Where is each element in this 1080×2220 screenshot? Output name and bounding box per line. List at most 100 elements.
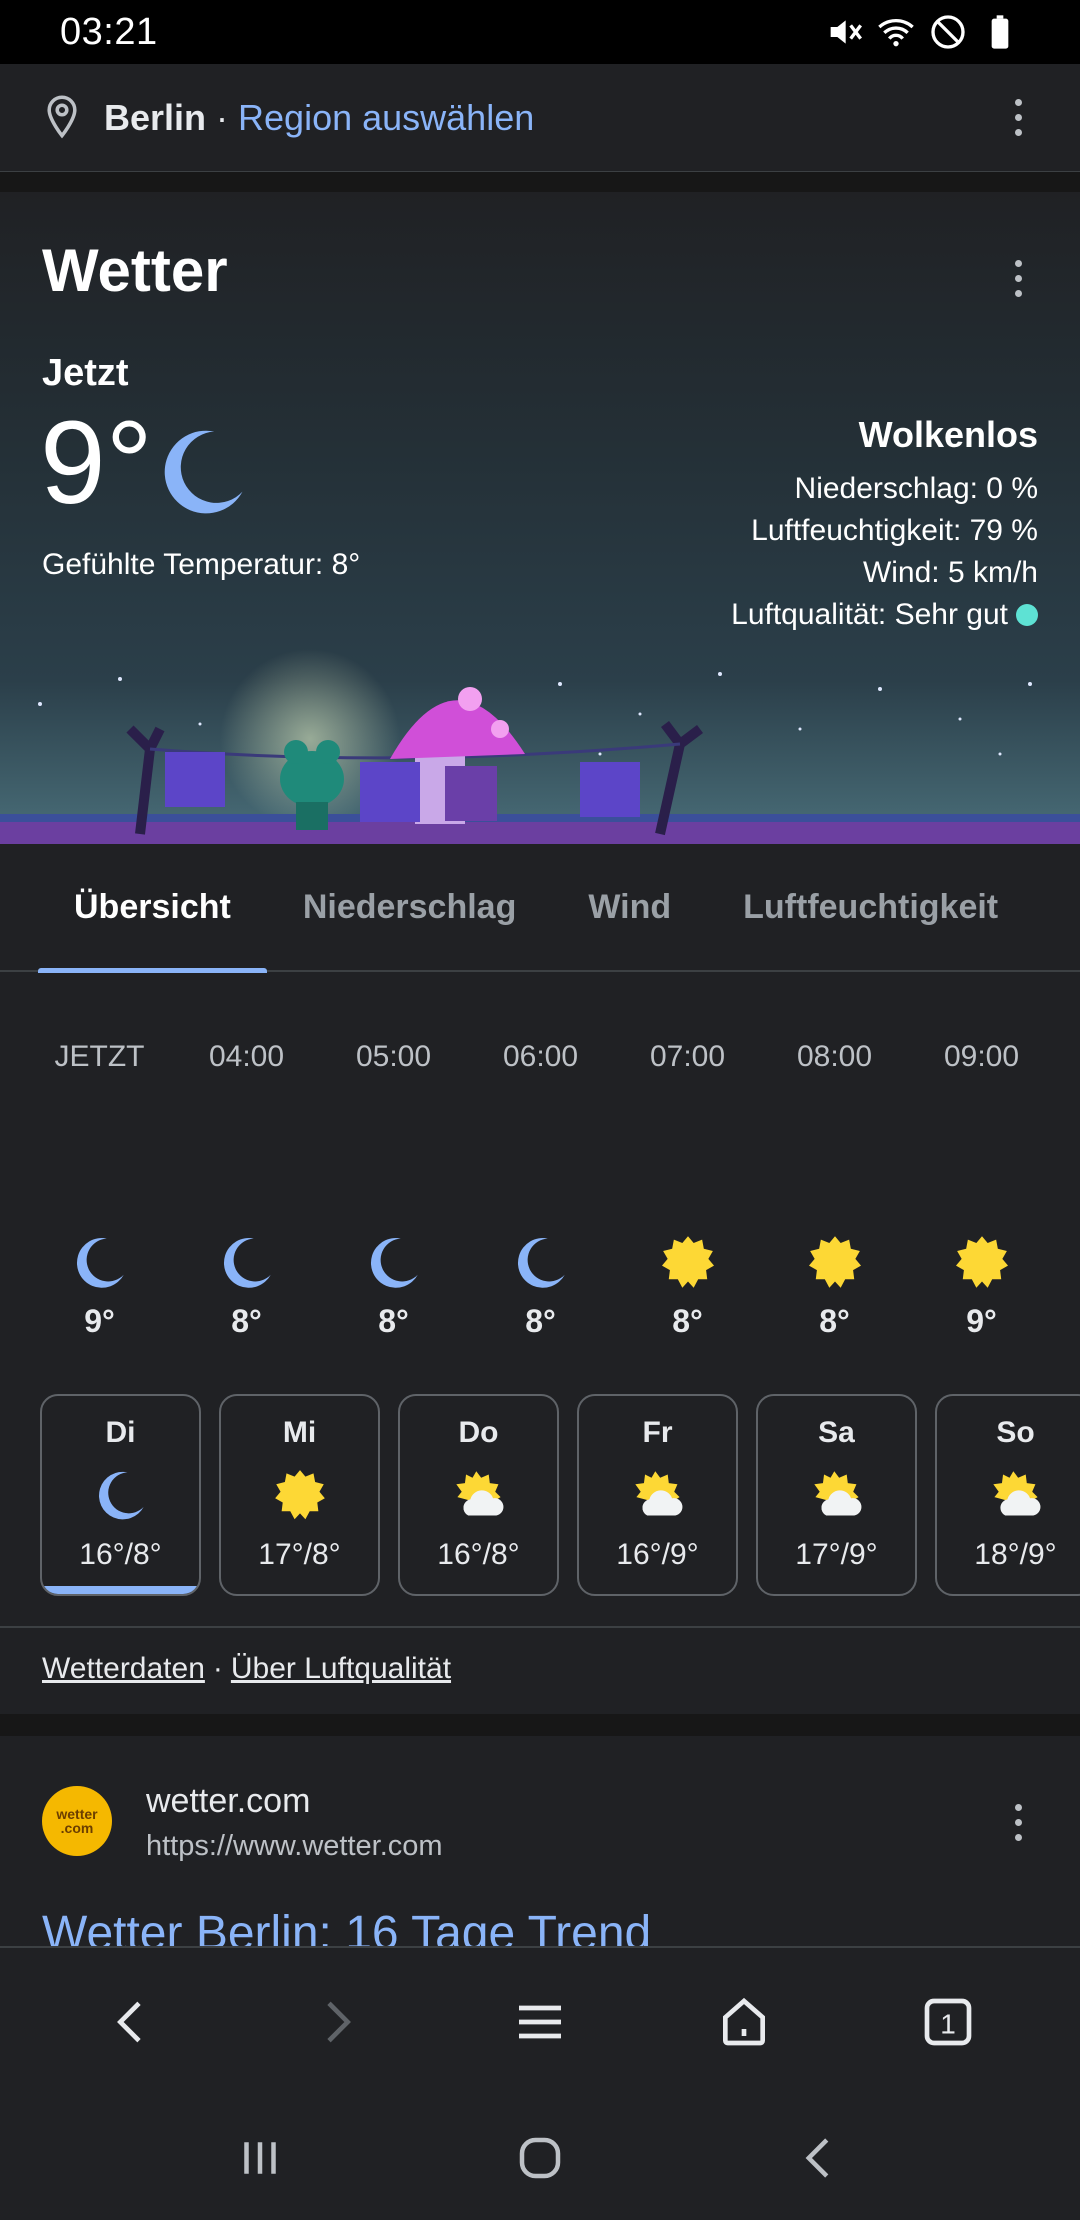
result-more-button[interactable] <box>998 1802 1038 1842</box>
hamburger-menu-icon <box>519 2005 561 2039</box>
more-dot <box>1014 129 1022 136</box>
links-separator: · <box>212 1652 223 1685</box>
precipitation-value: Niederschlag: 0 % <box>794 472 1038 505</box>
air-quality-indicator <box>1016 604 1038 626</box>
forward-button[interactable] <box>296 1982 376 2062</box>
day-card[interactable]: Sa 17°/9° <box>756 1394 917 1596</box>
hour-item: 05:00 8° <box>320 1000 467 1340</box>
search-result[interactable]: wetter .com wetter.com https://www.wette… <box>0 1736 1080 1946</box>
day-temp: 18°/9° <box>974 1538 1057 1571</box>
more-dot <box>1014 274 1022 282</box>
hour-temp: 9° <box>966 1303 997 1339</box>
chevron-right-icon <box>327 2001 351 2043</box>
wind-value: Wind: 5 km/h <box>862 556 1038 589</box>
hour-item: 07:00 8° <box>614 1000 761 1340</box>
home-button[interactable] <box>704 1982 784 2062</box>
weather-tabs: Übersicht Niederschlag Wind Luftfeuchtig… <box>0 843 1080 973</box>
more-dot <box>1014 1833 1022 1841</box>
day-name: Mi <box>282 1416 317 1449</box>
day-card[interactable]: Do 16°/8° <box>398 1394 559 1596</box>
battery-icon <box>991 15 1009 49</box>
status-time: 03:21 <box>60 10 158 53</box>
section-gap <box>0 172 1080 192</box>
day-name: So <box>996 1416 1035 1449</box>
day-temp: 16°/8° <box>437 1538 520 1571</box>
tab-humidity[interactable]: Luftfeuchtigkeit <box>707 843 1034 971</box>
air-quality-link[interactable]: Über Luftqualität <box>231 1652 451 1685</box>
site-name: wetter.com <box>146 1782 311 1820</box>
more-dot <box>1014 1818 1022 1826</box>
menu-button[interactable] <box>500 1982 580 2062</box>
day-temp: 16°/8° <box>79 1538 162 1571</box>
hour-item: 09:00 9° <box>908 1000 1055 1340</box>
day-card[interactable]: So 18°/9° <box>935 1394 1080 1596</box>
tab-wind[interactable]: Wind <box>552 843 707 971</box>
tab-precipitation[interactable]: Niederschlag <box>267 843 553 971</box>
site-favicon: wetter .com <box>42 1786 112 1856</box>
mute-icon <box>830 20 862 44</box>
hour-item: 08:00 8° <box>761 1000 908 1340</box>
back-nav-button[interactable] <box>775 2113 865 2203</box>
tab-overview[interactable]: Übersicht <box>38 843 267 973</box>
moon-icon <box>76 1238 124 1289</box>
feels-like: Gefühlte Temperatur: 8° <box>42 548 361 581</box>
humidity-value: Luftfeuchtigkeit: 79 % <box>751 514 1038 547</box>
day-temp: 16°/9° <box>616 1538 699 1571</box>
hour-time: 04:00 <box>208 1040 285 1073</box>
location-separator: · <box>216 96 229 138</box>
day-card[interactable]: Fr 16°/9° <box>577 1394 738 1596</box>
system-navigation-bar <box>0 2096 1080 2220</box>
tabs-icon: 1 <box>924 1998 972 2046</box>
day-temp: 17°/9° <box>795 1538 878 1571</box>
more-dot <box>1014 114 1022 121</box>
moon-icon <box>98 1471 144 1520</box>
more-dot <box>1014 259 1022 267</box>
hour-temp: 9° <box>84 1303 115 1339</box>
sun-icon <box>661 1236 714 1289</box>
hour-time: 09:00 <box>943 1040 1020 1073</box>
more-dot <box>1014 1803 1022 1811</box>
day-name: Do <box>458 1416 499 1449</box>
now-label: Jetzt <box>42 352 129 394</box>
weather-data-link[interactable]: Wetterdaten <box>42 1652 205 1685</box>
moon-icon <box>370 1238 418 1289</box>
sun-icon <box>274 1470 325 1520</box>
home-icon <box>723 1997 765 2046</box>
conditions-block: Wolkenlos Niederschlag: 0 % Luftfeuchtig… <box>731 414 1038 636</box>
partly-cloudy-icon <box>992 1471 1040 1516</box>
hour-item: 04:00 8° <box>173 1000 320 1340</box>
day-card-selected[interactable]: Di 16°/8° <box>40 1394 201 1596</box>
recent-apps-icon <box>244 2142 276 2174</box>
partly-cloudy-icon <box>455 1471 503 1516</box>
air-quality-value: Luftqualität: Sehr gut <box>731 598 1008 631</box>
hour-temp: 8° <box>819 1303 850 1339</box>
location-city: Berlin <box>104 96 207 138</box>
sun-icon <box>808 1236 861 1289</box>
hour-time: JETZT <box>54 1040 145 1073</box>
hour-item: JETZT 9° <box>26 1000 173 1340</box>
moon-icon <box>164 430 243 514</box>
day-temp: 17°/8° <box>258 1538 341 1571</box>
day-name: Fr <box>642 1416 673 1449</box>
moon-icon <box>223 1238 271 1289</box>
recent-apps-button[interactable] <box>215 2113 305 2203</box>
weather-more-button[interactable] <box>998 258 1038 298</box>
hour-temp: 8° <box>231 1303 262 1339</box>
hour-time: 05:00 <box>355 1040 432 1073</box>
back-button[interactable] <box>92 1982 172 2062</box>
tabs-button[interactable]: 1 <box>908 1982 988 2062</box>
hour-temp: 8° <box>525 1303 556 1339</box>
browser-toolbar: 1 <box>0 1946 1080 2096</box>
status-icons <box>824 12 1020 52</box>
select-region-link[interactable]: Region auswählen <box>238 97 534 139</box>
daily-forecast: Di 16°/8° Mi 17°/8° Do 16°/8° Fr 16°/9° … <box>40 1394 1080 1596</box>
night-scene-illustration <box>0 649 1080 844</box>
weather-title: Wetter <box>42 237 228 304</box>
sun-icon <box>955 1236 1008 1289</box>
location-more-button[interactable] <box>998 98 1038 138</box>
more-dot <box>1014 289 1022 297</box>
day-card[interactable]: Mi 17°/8° <box>219 1394 380 1596</box>
hour-item: 06:00 8° <box>467 1000 614 1340</box>
result-title-link[interactable]: Wetter Berlin: 16 Tage Trend <box>42 1906 651 1946</box>
home-nav-button[interactable] <box>495 2113 585 2203</box>
